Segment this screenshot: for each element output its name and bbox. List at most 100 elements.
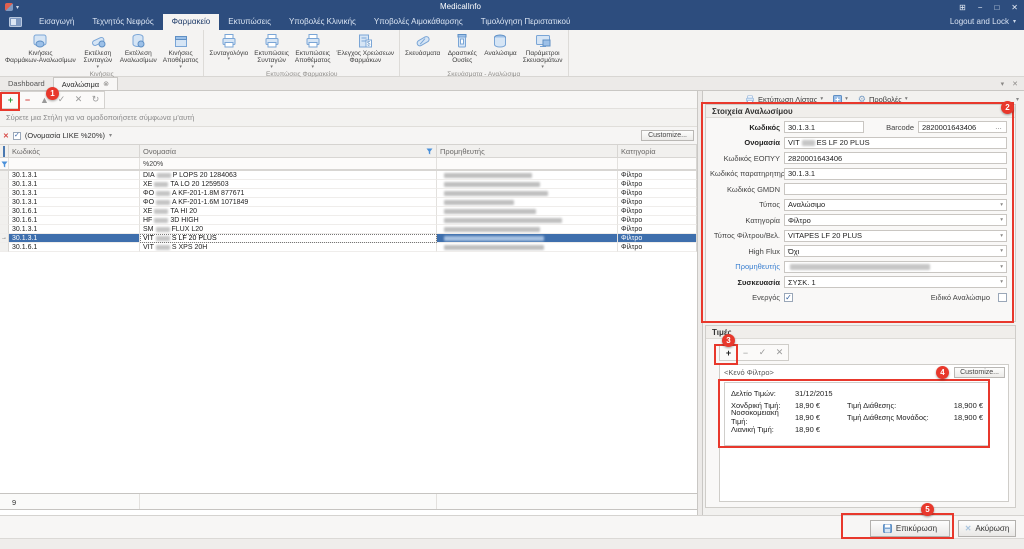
doc-tab-dashboard[interactable]: Dashboard xyxy=(0,77,53,90)
quick-access-caret-icon[interactable]: ▾ xyxy=(16,4,19,11)
cell-category[interactable]: Φίλτρο xyxy=(618,180,697,189)
cell-supplier[interactable] xyxy=(437,225,618,234)
dock-pin-icon[interactable]: ▾ xyxy=(1001,80,1005,88)
special-consumable-checkbox[interactable] xyxy=(998,293,1007,302)
table-row[interactable]: 30.1.6.1 VITS XPS 20H Φίλτρο xyxy=(0,243,697,252)
views-button[interactable]: ⚙ Προβολές ▾ xyxy=(858,94,908,105)
cell-category[interactable]: Φίλτρο xyxy=(618,189,697,198)
cell-supplier[interactable] xyxy=(437,243,618,252)
tab-ektyposeis[interactable]: Εκτυπώσεις xyxy=(219,14,280,30)
tab-timologisi-peristatikou[interactable]: Τιμολόγηση Περιστατικού xyxy=(472,14,580,30)
column-header-promitheytis[interactable]: Προμηθευτής xyxy=(437,145,618,157)
cell-category[interactable]: Φίλτρο xyxy=(618,171,697,180)
cell-code[interactable]: 30.1.3.1 xyxy=(9,198,140,207)
tab-ypovoles-klinikis[interactable]: Υποβολές Κλινικής xyxy=(280,14,365,30)
table-row-selected[interactable]: → 30.1.3.1 VITS LF 20 PLUS Φίλτρο xyxy=(0,234,697,243)
cell-name-focused[interactable]: VITS LF 20 PLUS xyxy=(140,234,437,243)
cell-name[interactable]: ΦΟA KF-201-1.8M 877671 xyxy=(140,189,437,198)
column-filter-funnel-icon[interactable] xyxy=(426,148,433,155)
active-checkbox[interactable]: ✓ xyxy=(784,293,793,302)
add-record-button[interactable]: + xyxy=(2,92,19,108)
tab-ypovoles-aimokatharsis[interactable]: Υποβολές Αιμοκάθαρσης xyxy=(365,14,472,30)
eopyy-input[interactable]: 2820001643406 xyxy=(784,152,1007,164)
cell-name[interactable]: ΦΟA KF-201-1.6M 1071849 xyxy=(140,198,437,207)
close-button[interactable]: ✕ xyxy=(1011,3,1018,12)
cell-code[interactable]: 30.1.6.1 xyxy=(9,207,140,216)
table-row[interactable]: 30.1.3.1 XETA LO 20 1259503 Φίλτρο xyxy=(0,180,697,189)
cell-name[interactable]: XETA LO 20 1259503 xyxy=(140,180,437,189)
cell-code[interactable]: 30.1.6.1 xyxy=(9,243,140,252)
cell-name[interactable]: XETA HI 20 xyxy=(140,207,437,216)
barcode-input[interactable]: 2820001643406… xyxy=(918,121,1007,133)
table-row[interactable]: 30.1.6.1 HF3D HIGH Φίλτρο xyxy=(0,216,697,225)
auto-filter-code-cell[interactable] xyxy=(9,158,140,169)
cell-supplier[interactable] xyxy=(437,198,618,207)
barcode-browse-icon[interactable]: … xyxy=(995,124,1003,131)
add-price-button[interactable]: + xyxy=(720,345,737,360)
column-header-katigoria[interactable]: Κατηγορία xyxy=(618,145,697,157)
prices-empty-filter[interactable]: <Κενό Φίλτρο> xyxy=(724,368,774,377)
prices-customize-button[interactable]: Customize... xyxy=(954,367,1005,378)
cell-category[interactable]: Φίλτρο xyxy=(618,234,697,243)
quick-access-toolbar[interactable]: ▾ xyxy=(0,3,19,11)
combo-caret-icon[interactable]: ▾ xyxy=(1000,264,1003,270)
supplier-link-label[interactable]: Προμηθευτής xyxy=(710,262,780,271)
syntagologio-button[interactable]: Συνταγολόγιο ▾ xyxy=(206,31,251,62)
cell-code[interactable]: 30.1.3.1 xyxy=(9,180,140,189)
combo-caret-icon[interactable]: ▾ xyxy=(1000,233,1003,239)
cancel-button[interactable]: ✕ Ακύρωση xyxy=(958,520,1016,537)
filter-enabled-checkbox[interactable]: ✓ xyxy=(13,132,21,140)
column-header-kodikos[interactable]: Κωδικός xyxy=(9,145,140,157)
gmdn-input[interactable] xyxy=(784,183,1007,195)
cell-code[interactable]: 30.1.3.1 xyxy=(9,171,140,180)
registry-input[interactable]: 30.1.3.1 xyxy=(784,168,1007,180)
cell-name[interactable]: HF3D HIGH xyxy=(140,216,437,225)
drastikes-ousies-button[interactable]: Δραστικές Ουσίες xyxy=(443,31,481,66)
delete-record-button[interactable]: − xyxy=(19,92,36,108)
skeyasmata-button[interactable]: Σκευάσματα xyxy=(402,31,443,58)
combo-caret-icon[interactable]: ▾ xyxy=(1000,279,1003,285)
table-row[interactable]: 30.1.3.1 DIAP LOPS 20 1284063 Φίλτρο xyxy=(0,171,697,180)
doc-tab-close-icon[interactable]: ⊗ xyxy=(103,78,109,91)
cell-supplier[interactable] xyxy=(437,207,618,216)
cell-category[interactable]: Φίλτρο xyxy=(618,198,697,207)
table-row[interactable]: 30.1.6.1 XETA HI 20 Φίλτρο xyxy=(0,207,697,216)
delete-price-button[interactable]: − xyxy=(737,345,754,360)
fullscreen-button[interactable]: ⊞ xyxy=(959,3,966,12)
code-input[interactable]: 30.1.3.1 xyxy=(784,121,864,133)
cell-category[interactable]: Φίλτρο xyxy=(618,216,697,225)
group-by-panel[interactable]: Σύρετε μια Στήλη για να ομαδοποιήσετε σύ… xyxy=(0,109,697,127)
cell-supplier[interactable] xyxy=(437,171,618,180)
cell-code[interactable]: 30.1.6.1 xyxy=(9,216,140,225)
name-input[interactable]: VITES LF 20 PLUS xyxy=(784,137,1007,149)
cell-category[interactable]: Φίλτρο xyxy=(618,225,697,234)
combo-caret-icon[interactable]: ▾ xyxy=(1000,217,1003,223)
cell-code[interactable]: 30.1.3.1 xyxy=(9,225,140,234)
table-row[interactable]: 30.1.3.1 ΦΟA KF-201-1.6M 1071849 Φίλτρο xyxy=(0,198,697,207)
auto-filter-name-cell[interactable]: %20% xyxy=(140,158,437,169)
tab-eisagogi[interactable]: Εισαγωγή xyxy=(30,14,83,30)
cell-category[interactable]: Φίλτρο xyxy=(618,207,697,216)
kiniseis-apothematos-button[interactable]: Κινήσεις Αποθέματος ▾ xyxy=(160,31,202,70)
clear-filter-icon[interactable]: ✕ xyxy=(3,132,9,140)
table-row[interactable]: 30.1.3.1 ΦΟA KF-201-1.8M 877671 Φίλτρο xyxy=(0,189,697,198)
column-header-onomasia[interactable]: Ονομασία xyxy=(140,145,437,157)
filter-type-combobox[interactable]: VITAPES LF 20 PLUS▾ xyxy=(784,230,1007,242)
tab-farmakeio[interactable]: Φαρμακείο xyxy=(163,14,220,30)
cell-supplier[interactable] xyxy=(437,189,618,198)
type-combobox[interactable]: Αναλώσιμο▾ xyxy=(784,199,1007,211)
cell-supplier[interactable] xyxy=(437,234,618,243)
ektelesi-syntagon-button[interactable]: Εκτέλεση Συνταγών ▾ xyxy=(79,31,117,70)
ektelesi-analosimon-button[interactable]: Εκτέλεση Αναλωσίμων xyxy=(117,31,160,66)
doc-tab-analosima[interactable]: Αναλώσιμα ⊗ xyxy=(53,77,118,90)
filter-customize-button[interactable]: Customize... xyxy=(641,130,694,141)
combo-caret-icon[interactable]: ▾ xyxy=(1000,202,1003,208)
toolbar-overflow-caret-icon[interactable]: ▾ xyxy=(1016,96,1024,103)
cell-name[interactable]: VITS XPS 20H xyxy=(140,243,437,252)
auto-filter-supplier-cell[interactable] xyxy=(437,158,618,169)
cancel-price-button[interactable]: ✕ xyxy=(771,345,788,360)
category-combobox[interactable]: Φίλτρο▾ xyxy=(784,214,1007,226)
cell-name[interactable]: DIAP LOPS 20 1284063 xyxy=(140,171,437,180)
file-menu-button[interactable] xyxy=(0,14,30,30)
filter-expression[interactable]: (Ονομασία LIKE %20%) xyxy=(25,131,105,140)
